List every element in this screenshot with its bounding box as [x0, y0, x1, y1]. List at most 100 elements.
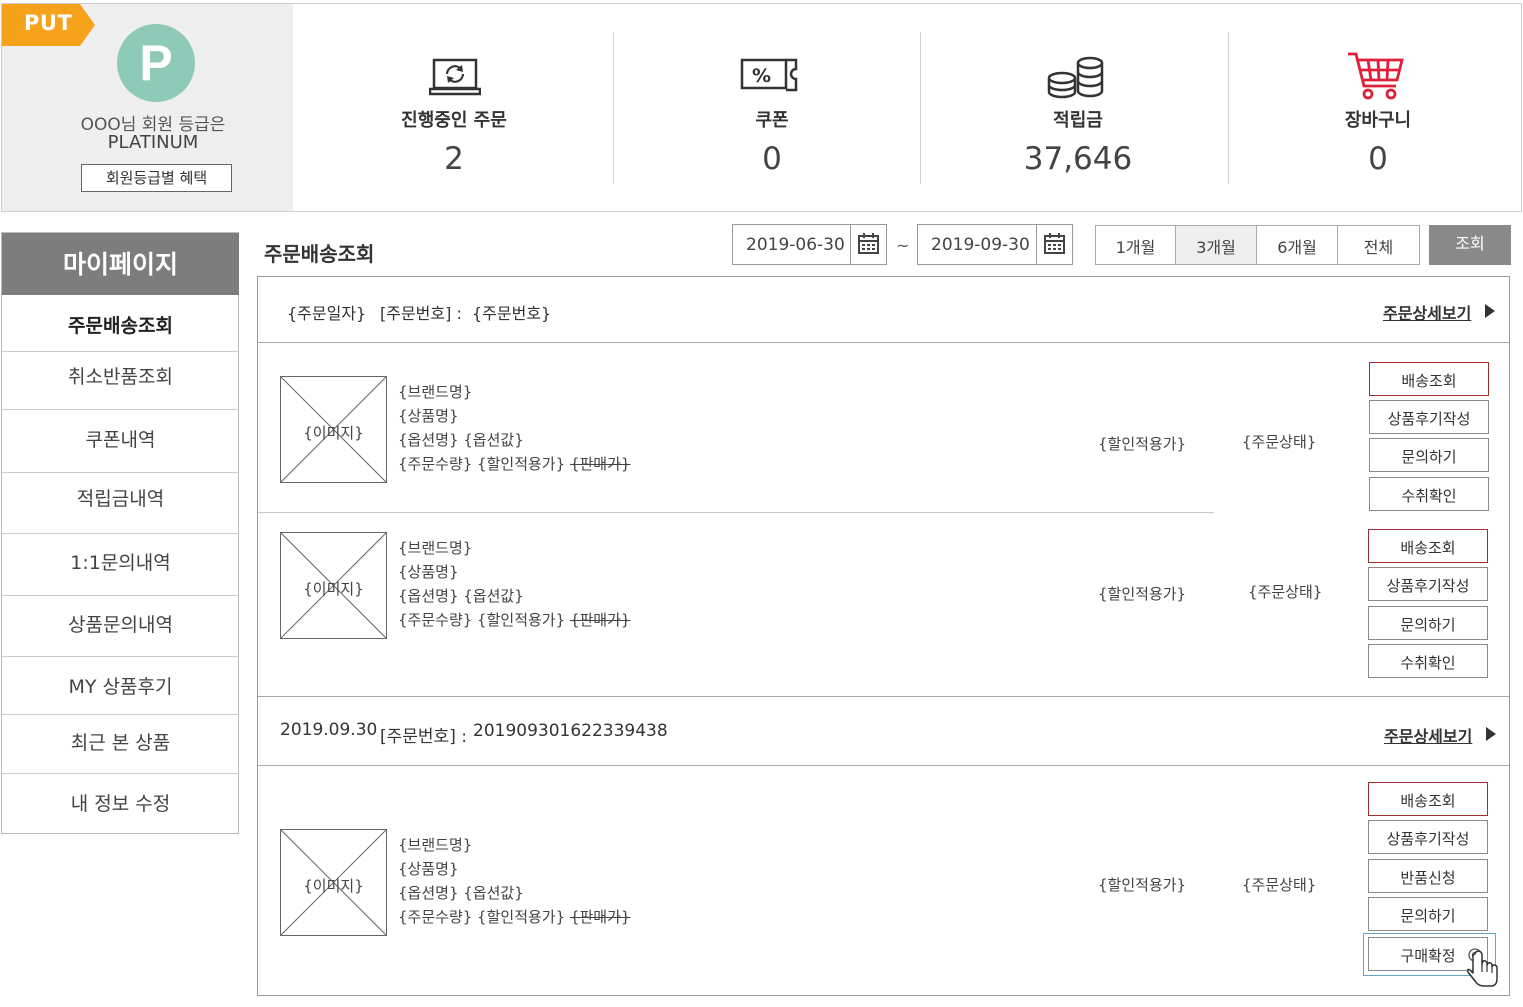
sidebar-item-order-delivery[interactable]: 주문배송조회 [2, 295, 239, 352]
order-number: {주문번호} [472, 304, 552, 323]
return-request-button[interactable]: 반품신청 [1368, 859, 1488, 893]
track-delivery-button[interactable]: 배송조회 [1368, 529, 1488, 563]
product-info: {브랜드명} {상품명} {옵션명} {옵션값} {주문수량} {할인적용가} … [398, 536, 630, 632]
sidebar-item-inquiry[interactable]: 1:1문의내역 [2, 534, 239, 596]
product-info: {브랜드명} {상품명} {옵션명} {옵션값} {주문수량} {할인적용가} … [398, 833, 630, 929]
sidebar-item-edit-info[interactable]: 내 정보 수정 [2, 774, 239, 834]
sidebar-item-recent-products[interactable]: 최근 본 상품 [2, 715, 239, 774]
product-name[interactable]: {상품명} [398, 560, 630, 584]
sidebar-title: 마이페이지 [2, 233, 239, 295]
confirm-receipt-button[interactable]: 수취확인 [1369, 477, 1489, 511]
start-date-value: 2019-06-30 [746, 235, 845, 255]
track-delivery-button[interactable]: 배송조회 [1369, 362, 1489, 396]
divider [258, 512, 1214, 513]
product-name[interactable]: {상품명} [398, 857, 630, 881]
order-date: {주문일자} [287, 304, 367, 323]
product-image[interactable]: {이미지} [280, 829, 387, 936]
period-1-month-button[interactable]: 1개월 [1095, 225, 1176, 265]
product-image[interactable]: {이미지} [280, 376, 387, 483]
confirm-receipt-button[interactable]: 수취확인 [1368, 644, 1488, 678]
discount-price: {할인적용가} [1098, 435, 1187, 453]
start-date-calendar-button[interactable] [850, 225, 886, 264]
order-date: 2019.09.30 [280, 720, 378, 740]
stat-coupon[interactable]: % 쿠폰 0 [622, 4, 922, 211]
inquiry-button[interactable]: 문의하기 [1368, 897, 1488, 931]
quantity-price: {주문수량} {할인적용가} [398, 908, 566, 926]
end-date-field[interactable]: 2019-09-30 [917, 224, 1073, 265]
original-price: {판매가} [569, 908, 631, 926]
order-detail-link[interactable]: 주문상세보기 [1384, 723, 1472, 747]
sidebar-item-cancel-return[interactable]: 취소반품조회 [2, 352, 239, 410]
image-placeholder-label: {이미지} [303, 877, 364, 895]
order-number: 201909301622339438 [473, 721, 668, 741]
write-review-button[interactable]: 상품후기작성 [1369, 400, 1489, 434]
summary-panel: PUT P OOO님 회원 등급은 PLATINUM 회원등급별 혜택 진행중인… [1, 3, 1522, 212]
product-info: {브랜드명} {상품명} {옵션명} {옵션값} {주문수량} {할인적용가} … [398, 380, 630, 476]
avatar-letter: P [139, 35, 173, 91]
image-placeholder-label: {이미지} [303, 580, 364, 598]
arrow-right-icon [1486, 727, 1496, 741]
write-review-button[interactable]: 상품후기작성 [1368, 567, 1488, 601]
grade-benefit-button[interactable]: 회원등급별 혜택 [81, 164, 232, 192]
sidebar-item-product-qna[interactable]: 상품문의내역 [2, 596, 239, 657]
stat-points-title: 적립금 [1053, 110, 1103, 131]
laptop-refresh-icon [429, 58, 481, 96]
date-range-separator: ~ [896, 236, 910, 255]
stat-orders-value: 2 [444, 141, 464, 177]
stat-cart[interactable]: 장바구니 0 [1228, 4, 1523, 211]
profile-card: PUT P OOO님 회원 등급은 PLATINUM 회원등급별 혜택 [2, 4, 293, 211]
sidebar-item-points[interactable]: 적립금내역 [2, 473, 239, 534]
brand-name: {브랜드명} [398, 539, 473, 557]
order-number-label: [주문번호] : [380, 304, 462, 323]
end-date-calendar-button[interactable] [1036, 225, 1072, 264]
divider [258, 696, 1509, 697]
coins-icon [1047, 56, 1104, 99]
product-option: {옵션명} {옵션값} [398, 884, 524, 902]
stat-orders[interactable]: 진행중인 주문 2 [304, 4, 604, 211]
hand-pointer-icon [1467, 948, 1498, 987]
period-6-months-button[interactable]: 6개월 [1256, 225, 1338, 265]
put-badge-label: PUT [24, 11, 73, 35]
divider [920, 32, 921, 184]
period-all-button[interactable]: 전체 [1337, 225, 1420, 265]
product-name[interactable]: {상품명} [398, 404, 630, 428]
calendar-icon [1044, 233, 1065, 254]
original-price: {판매가} [569, 455, 631, 473]
sidebar: 마이페이지 주문배송조회 취소반품조회 쿠폰내역 적립금내역 1:1문의내역 상… [1, 232, 239, 834]
page-title: 주문배송조회 [264, 242, 375, 266]
coupon-icon: % [740, 58, 798, 92]
inquiry-button[interactable]: 문의하기 [1369, 438, 1489, 472]
avatar: P [117, 24, 195, 102]
order-status: {주문상태} [1242, 433, 1317, 451]
order-status: {주문상태} [1248, 583, 1323, 601]
cart-icon [1348, 52, 1404, 100]
stat-cart-title: 장바구니 [1344, 110, 1412, 131]
sidebar-item-my-reviews[interactable]: MY 상품후기 [2, 657, 239, 715]
stat-coupon-value: 0 [762, 141, 782, 177]
grade-name: PLATINUM [107, 132, 199, 153]
order-number-label: [주문번호] : [380, 727, 467, 747]
stat-points-value: 37,646 [1023, 141, 1133, 177]
end-date-value: 2019-09-30 [931, 235, 1030, 255]
order-status: {주문상태} [1242, 876, 1317, 894]
divider [258, 765, 1509, 766]
discount-price: {할인적용가} [1098, 876, 1187, 894]
write-review-button[interactable]: 상품후기작성 [1368, 820, 1488, 854]
image-placeholder-label: {이미지} [303, 424, 364, 442]
product-option: {옵션명} {옵션값} [398, 587, 524, 605]
quantity-price: {주문수량} {할인적용가} [398, 455, 566, 473]
track-delivery-button[interactable]: 배송조회 [1368, 782, 1488, 816]
product-option: {옵션명} {옵션값} [398, 431, 524, 449]
stat-points[interactable]: 적립금 37,646 [928, 4, 1228, 211]
stat-coupon-title: 쿠폰 [755, 110, 789, 131]
order-detail-link[interactable]: 주문상세보기 [1383, 300, 1471, 324]
search-button[interactable]: 조회 [1429, 225, 1511, 265]
divider [613, 32, 614, 184]
inquiry-button[interactable]: 문의하기 [1368, 606, 1488, 640]
product-image[interactable]: {이미지} [280, 532, 387, 639]
sidebar-item-coupons[interactable]: 쿠폰내역 [2, 410, 239, 473]
stat-orders-title: 진행중인 주문 [401, 110, 507, 131]
start-date-field[interactable]: 2019-06-30 [732, 224, 887, 265]
discount-price: {할인적용가} [1098, 585, 1187, 603]
period-3-months-button[interactable]: 3개월 [1175, 225, 1257, 265]
